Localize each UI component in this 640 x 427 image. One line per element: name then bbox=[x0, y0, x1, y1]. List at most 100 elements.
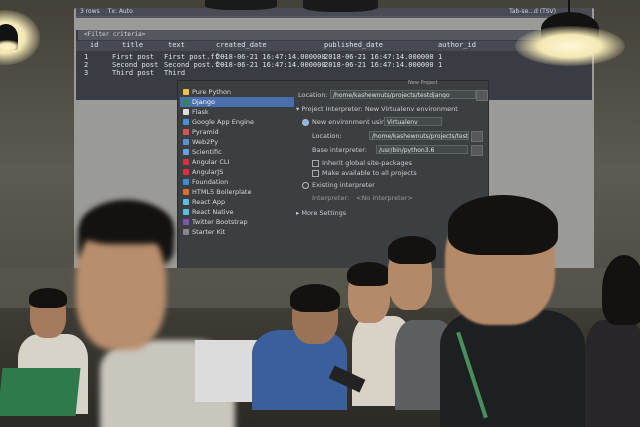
radio-icon bbox=[302, 118, 309, 126]
existing-text: Existing interpreter bbox=[312, 181, 375, 189]
cell: Second post bbox=[112, 61, 159, 69]
interp-browse-button[interactable] bbox=[471, 145, 483, 156]
project-type-icon bbox=[183, 129, 189, 135]
cell: 1 bbox=[438, 53, 443, 61]
list-item[interactable]: Flask bbox=[180, 107, 294, 117]
project-type-label: HTML5 Boilerplate bbox=[192, 188, 252, 196]
table-row: 1 First post First post.ff-- 2018-06-21 … bbox=[76, 53, 592, 61]
base-interpreter-label: Base interpreter: bbox=[312, 146, 367, 154]
project-type-icon bbox=[183, 179, 189, 185]
list-item[interactable]: Scientific bbox=[180, 147, 294, 157]
project-type-label: Twitter Bootstrap bbox=[192, 218, 248, 226]
interpreter-label: Interpreter: bbox=[312, 194, 350, 202]
project-type-icon bbox=[183, 99, 189, 105]
project-type-icon bbox=[183, 169, 189, 175]
location-label: Location: bbox=[298, 91, 328, 99]
list-item[interactable]: React Native bbox=[180, 207, 294, 217]
env-location-label: Location: bbox=[312, 132, 342, 140]
cell: 2018-06-21 16:47:14.000000 bbox=[216, 53, 326, 61]
interpreter-section-title: ▾ Project Interpreter: New Virtualenv en… bbox=[296, 105, 458, 113]
project-type-icon bbox=[183, 139, 189, 145]
project-type-label: Flask bbox=[192, 108, 209, 116]
existing-option[interactable]: Existing interpreter bbox=[302, 181, 375, 189]
new-project-dialog: New Project Pure Python Django Flask Google… bbox=[177, 80, 489, 270]
cell: 2 bbox=[84, 61, 89, 69]
new-env-text: New environment using bbox=[312, 118, 390, 126]
interpreter-section-text: Project Interpreter: New Virtualenv envi… bbox=[301, 105, 458, 113]
list-item[interactable]: Google App Engine bbox=[180, 117, 294, 127]
project-type-list: Pure Python Django Flask Google App Engine P… bbox=[180, 87, 294, 267]
env-browse-button[interactable] bbox=[471, 131, 483, 142]
cell: Third bbox=[164, 69, 186, 77]
project-type-icon bbox=[183, 199, 189, 205]
tx-mode: Tx: Auto bbox=[107, 8, 133, 15]
list-item[interactable]: Django bbox=[180, 97, 294, 107]
col-text: text bbox=[168, 41, 185, 49]
dialog-title: New Project bbox=[408, 80, 438, 86]
project-type-label: React App bbox=[192, 198, 226, 206]
export-format: Tab-se...d (TSV) bbox=[509, 8, 556, 15]
list-item[interactable]: Web2Py bbox=[180, 137, 294, 147]
project-type-label: Pyramid bbox=[192, 128, 219, 136]
project-type-icon bbox=[183, 109, 189, 115]
col-author: author_id bbox=[438, 41, 476, 49]
env-tool-select[interactable]: Virtualenv bbox=[384, 117, 442, 126]
new-env-option[interactable]: New environment using bbox=[302, 118, 389, 126]
project-type-label: Google App Engine bbox=[192, 118, 255, 126]
base-interpreter-select[interactable]: /usr/bin/python3.6 bbox=[376, 145, 468, 154]
cell: 2018-06-21 16:47:14.000000 bbox=[324, 61, 434, 69]
cell: Third post bbox=[112, 69, 155, 77]
lecture-hall-photo: ▾ <Filter criteria> 3 rows Tx: Auto Tab-… bbox=[0, 0, 640, 427]
list-item[interactable]: Twitter Bootstrap bbox=[180, 217, 294, 227]
col-title: title bbox=[122, 41, 144, 49]
list-item[interactable]: Starter Kit bbox=[180, 227, 294, 237]
env-location-field[interactable]: /home/kashewnuts/projects/test bbox=[369, 131, 469, 140]
project-type-label: React Native bbox=[192, 208, 234, 216]
inherit-checkbox[interactable]: Inherit global site-packages bbox=[312, 159, 412, 167]
list-item[interactable]: HTML5 Boilerplate bbox=[180, 187, 294, 197]
project-type-label: Starter Kit bbox=[192, 228, 226, 236]
list-item[interactable]: Pyramid bbox=[180, 127, 294, 137]
list-item[interactable]: AngularJS bbox=[180, 167, 294, 177]
list-item[interactable]: Angular CLI bbox=[180, 157, 294, 167]
location-field[interactable]: /home/kashewnuts/projects/testdjango bbox=[330, 90, 476, 99]
available-text: Make available to all projects bbox=[322, 169, 417, 177]
project-type-icon bbox=[183, 119, 189, 125]
cell: 3 bbox=[84, 69, 89, 77]
project-type-icon bbox=[183, 189, 189, 195]
project-type-label: Django bbox=[192, 98, 216, 106]
table-row: 2 Second post Second post.f-- 2018-06-21… bbox=[76, 61, 592, 69]
project-type-icon bbox=[183, 149, 189, 155]
filter-text-2: <Filter criteria> bbox=[84, 31, 146, 38]
list-item[interactable]: React App bbox=[180, 197, 294, 207]
cell: 2018-06-21 16:47:14.000000 bbox=[216, 61, 326, 69]
available-checkbox[interactable]: Make available to all projects bbox=[312, 169, 417, 177]
project-type-icon bbox=[183, 229, 189, 235]
project-type-icon bbox=[183, 89, 189, 95]
project-type-icon bbox=[183, 159, 189, 165]
interpreter-value: <No interpreter> bbox=[356, 194, 413, 202]
cell: 2018-06-21 16:47:14.000000 bbox=[324, 53, 434, 61]
list-item[interactable]: Foundation bbox=[180, 177, 294, 187]
filter-row: <Filter criteria> bbox=[78, 30, 594, 40]
inherit-text: Inherit global site-packages bbox=[322, 159, 413, 167]
cell: First post bbox=[112, 53, 155, 61]
more-settings-toggle[interactable]: ▸ More Settings bbox=[296, 209, 346, 217]
project-type-icon bbox=[183, 209, 189, 215]
project-type-label: AngularJS bbox=[192, 168, 224, 176]
project-type-label: Scientific bbox=[192, 148, 222, 156]
laptop-green bbox=[0, 368, 81, 416]
table-row: 3 Third post Third bbox=[76, 69, 592, 77]
project-type-label: Web2Py bbox=[192, 138, 219, 146]
radio-icon bbox=[302, 181, 309, 189]
project-type-label: Foundation bbox=[192, 178, 229, 186]
list-item[interactable]: Pure Python bbox=[180, 87, 294, 97]
col-created: created_date bbox=[216, 41, 267, 49]
checkbox-icon bbox=[312, 169, 319, 177]
rows-count: 3 rows bbox=[80, 8, 100, 15]
more-settings-text: More Settings bbox=[301, 209, 347, 217]
project-type-icon bbox=[183, 219, 189, 225]
checkbox-icon bbox=[312, 159, 319, 167]
col-published: published_date bbox=[324, 41, 384, 49]
browse-button[interactable] bbox=[476, 90, 488, 101]
